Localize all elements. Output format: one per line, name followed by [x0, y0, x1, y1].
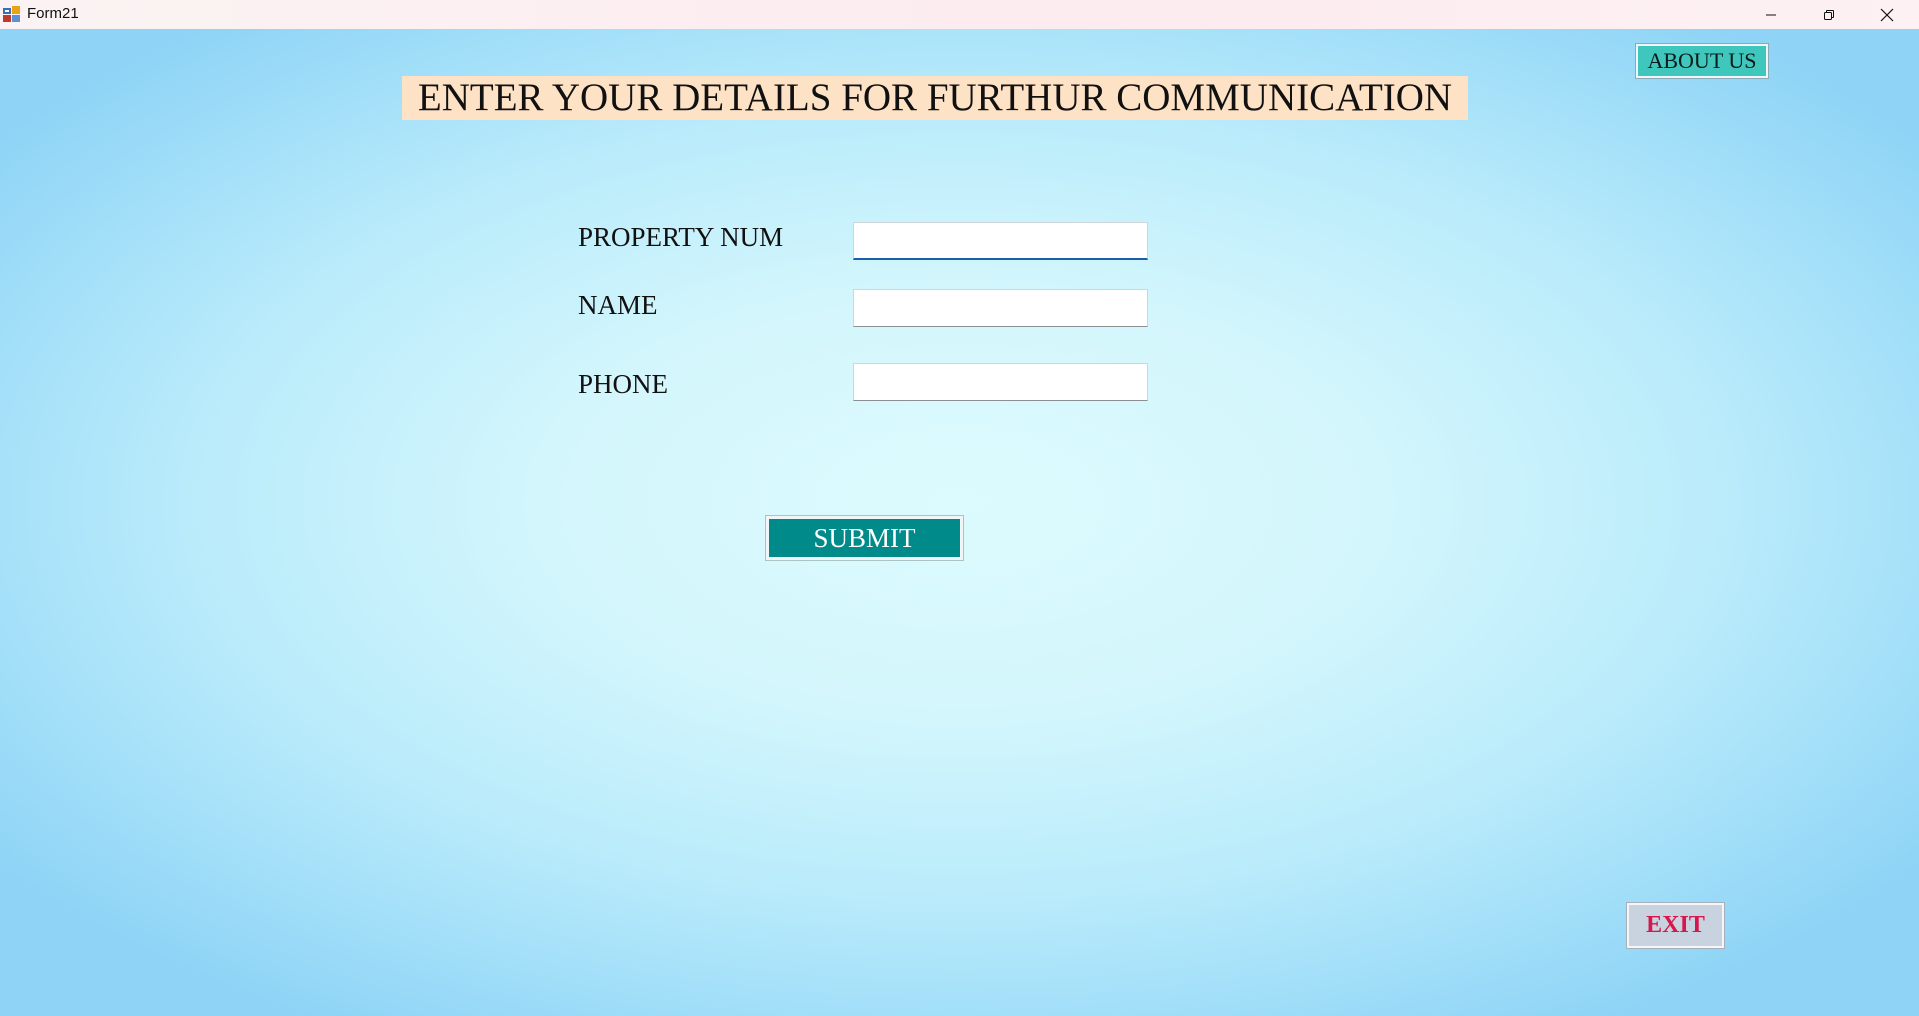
minimize-button[interactable] [1742, 0, 1800, 29]
close-button[interactable] [1858, 0, 1916, 29]
name-label: NAME [578, 290, 658, 320]
restore-icon [1824, 9, 1834, 20]
title-bar: Form21 [0, 0, 1919, 29]
about-us-button[interactable]: ABOUT US [1635, 43, 1769, 79]
phone-label: PHONE [578, 369, 669, 399]
property-num-field[interactable] [853, 222, 1148, 260]
submit-button[interactable]: SUBMIT [765, 515, 964, 561]
exit-button[interactable]: EXIT [1626, 902, 1725, 949]
form-client-area: ENTER YOUR DETAILS FOR FURTHUR COMMUNICA… [0, 29, 1919, 1016]
page-heading: ENTER YOUR DETAILS FOR FURTHUR COMMUNICA… [402, 76, 1468, 120]
name-field[interactable] [853, 289, 1148, 327]
phone-field[interactable] [853, 363, 1148, 401]
minimize-icon [1766, 14, 1776, 15]
close-icon [1880, 8, 1894, 21]
property-num-label: PROPERTY NUM [578, 222, 784, 252]
app-icon [3, 6, 20, 22]
window-title: Form21 [27, 5, 79, 22]
restore-button[interactable] [1800, 0, 1858, 29]
